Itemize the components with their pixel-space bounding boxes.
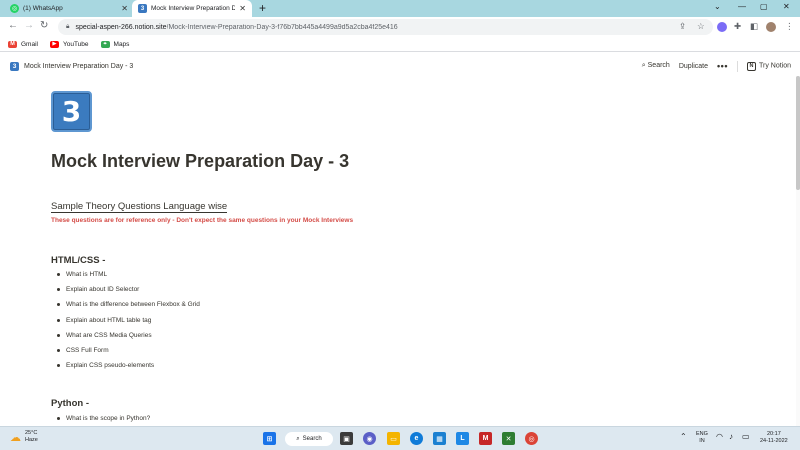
search-icon: ⌕ (641, 62, 646, 69)
bookmark-maps[interactable]: ⌖ Maps (100, 40, 130, 48)
chevron-down-icon[interactable]: ⌄ (714, 2, 721, 11)
minimize-button[interactable]: — (738, 2, 746, 11)
duplicate-button[interactable]: Duplicate (679, 63, 708, 70)
search-button[interactable]: ⌕ Search (642, 62, 670, 70)
store-icon[interactable]: ▦ (433, 432, 446, 445)
chevron-up-icon[interactable]: ⌃ (680, 433, 687, 441)
taskbar-search[interactable]: ⌕ Search (285, 432, 333, 446)
list-item: Explain CSS pseudo-elements (57, 361, 200, 376)
wifi-icon[interactable]: ◠ (716, 433, 723, 441)
list-item: What is the difference between Flexbox &… (57, 300, 200, 315)
edge-icon[interactable]: e (410, 432, 423, 445)
youtube-icon: ▶ (49, 40, 59, 48)
browser-tab-bar: ◎ (1) WhatsApp ✕ 3 Mock Interview Prepar… (0, 0, 800, 17)
chrome-icon[interactable]: ◎ (525, 432, 538, 445)
close-window-button[interactable]: ✕ (783, 2, 790, 11)
try-notion-button[interactable]: N Try Notion (746, 61, 791, 71)
notion-page-icon: 3 (138, 4, 147, 13)
address-toolbar: ← → ↻ 🔒︎ special-aspen-266.notion.site /… (0, 17, 800, 37)
bookmark-youtube[interactable]: ▶ YouTube (49, 40, 89, 48)
page-title: Mock Interview Preparation Day - 3 (51, 151, 350, 171)
list-item: Explain about ID Selector (57, 285, 200, 300)
more-options-button[interactable]: ••• (717, 61, 728, 71)
bookmark-label: Gmail (21, 40, 38, 48)
divider (736, 60, 738, 72)
tab-title: Mock Interview Preparation Day (151, 5, 236, 12)
breadcrumb-label: Mock Interview Preparation Day - 3 (24, 62, 134, 70)
whatsapp-icon: ◎ (10, 4, 19, 13)
notion-logo-icon: N (746, 61, 756, 71)
url-path: /Mock-Interview-Preparation-Day-3-f76b7b… (166, 23, 398, 31)
new-tab-button[interactable]: + (259, 1, 266, 15)
weather-desc: Haze (25, 437, 38, 443)
subheading: Sample Theory Questions Language wise (51, 201, 228, 213)
windows-start-icon[interactable]: ⊞ (263, 432, 276, 445)
back-arrow-icon[interactable]: ← (8, 20, 18, 31)
xbox-icon[interactable]: ✕ (502, 432, 515, 445)
avatar[interactable] (766, 22, 776, 32)
star-icon[interactable]: ☆ (697, 21, 705, 32)
tab-notion-page[interactable]: 3 Mock Interview Preparation Day ✕ (132, 0, 252, 17)
bookmark-label: Maps (113, 40, 130, 48)
gmail-icon: M (8, 40, 17, 48)
tab-whatsapp[interactable]: ◎ (1) WhatsApp ✕ (4, 0, 134, 17)
url-host: special-aspen-266.notion.site (75, 23, 167, 31)
list-item: CSS Full Form (57, 346, 200, 361)
chat-icon[interactable]: ◉ (363, 432, 376, 445)
list-item: What is HTML (57, 270, 200, 285)
maps-icon: ⌖ (100, 40, 110, 48)
lock-icon: 🔒︎ (66, 23, 70, 30)
haze-weather-icon: ☁ (10, 431, 21, 444)
forward-arrow-icon[interactable]: → (24, 20, 34, 31)
page-badge-icon: 3 (10, 61, 19, 71)
close-icon[interactable]: ✕ (239, 4, 246, 13)
extension-icon[interactable] (717, 22, 727, 32)
task-view-icon[interactable]: ▣ (340, 432, 353, 445)
file-explorer-icon[interactable]: ▭ (387, 432, 400, 445)
html-css-question-list: What is HTML Explain about ID Selector W… (57, 270, 200, 376)
kebab-menu-icon[interactable]: ⋮ (785, 21, 794, 32)
clock[interactable]: 20:17 24-11-2022 (760, 431, 788, 445)
volume-icon[interactable]: ♪ (729, 433, 733, 441)
reference-note: These questions are for reference only -… (51, 217, 354, 224)
weather-widget[interactable]: ☁ 25°C Haze (10, 430, 38, 444)
language-indicator[interactable]: ENG IN (696, 431, 708, 445)
battery-icon[interactable]: ▭ (742, 433, 750, 441)
reload-icon[interactable]: ↻ (40, 20, 48, 31)
maximize-button[interactable]: ▢ (760, 2, 768, 11)
puzzle-icon[interactable]: ✚ (734, 21, 741, 32)
tab-title: (1) WhatsApp (23, 5, 63, 12)
page-icon: 3 (51, 91, 92, 132)
bookmark-gmail[interactable]: M Gmail (8, 40, 38, 48)
section-heading-html-css: HTML/CSS - (51, 255, 106, 266)
taskbar: ☁ 25°C Haze ⊞ ⌕ Search ▣ ◉ ▭ e ▦ L M ✕ ◎… (0, 426, 800, 450)
list-item: Explain about HTML table tag (57, 316, 200, 331)
share-icon[interactable]: ⇪ (679, 21, 686, 32)
close-icon[interactable]: ✕ (121, 4, 128, 13)
scrollbar-thumb[interactable] (796, 76, 800, 190)
section-heading-python: Python - (51, 398, 89, 409)
weather-temp: 25°C (25, 430, 38, 436)
notion-topbar: 3 Mock Interview Preparation Day - 3 ⌕ S… (0, 56, 800, 76)
app-l-icon[interactable]: L (456, 432, 469, 445)
url-bar[interactable]: 🔒︎ special-aspen-266.notion.site /Mock-I… (58, 19, 713, 35)
list-item: What are CSS Media Queries (57, 331, 200, 346)
mcafee-icon[interactable]: M (479, 432, 492, 445)
bookmarks-bar: M Gmail ▶ YouTube ⌖ Maps (0, 37, 800, 52)
sidepanel-icon[interactable]: ◧ (750, 21, 758, 32)
search-icon: ⌕ (296, 435, 300, 442)
breadcrumb[interactable]: 3 Mock Interview Preparation Day - 3 (10, 61, 134, 71)
bookmark-label: YouTube (62, 40, 89, 48)
